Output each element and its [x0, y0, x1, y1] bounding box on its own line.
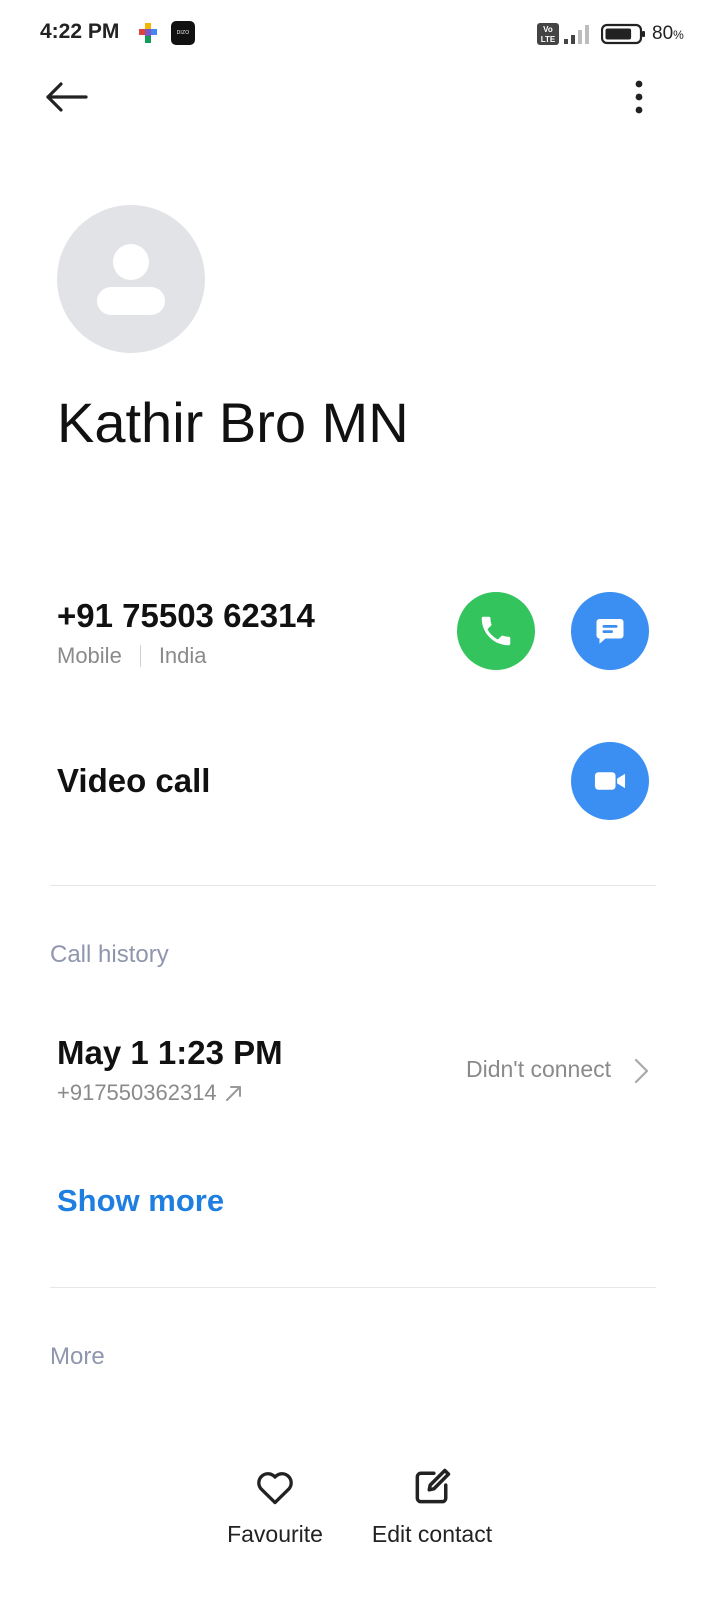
- more-heading: More: [50, 1343, 105, 1370]
- message-button[interactable]: [571, 592, 649, 670]
- call-number-row: +917550362314: [57, 1080, 245, 1106]
- phone-icon: [481, 616, 511, 646]
- more-options-button[interactable]: [614, 72, 664, 122]
- video-call-button[interactable]: [571, 742, 649, 820]
- call-history-heading: Call history: [50, 941, 169, 968]
- heart-icon: [257, 1472, 293, 1505]
- edit-contact-label: Edit contact: [371, 1521, 493, 1547]
- call-time: May 1 1:23 PM: [57, 1034, 283, 1071]
- contact-name: Kathir Bro MN: [57, 391, 409, 454]
- phone-number[interactable]: +91 75503 62314: [57, 597, 315, 635]
- arrow-left-icon: [46, 82, 88, 112]
- chevron-right-icon: [634, 1058, 649, 1084]
- video-camera-icon: [594, 772, 626, 790]
- battery-percent: 80%: [652, 23, 684, 45]
- back-button[interactable]: [40, 72, 94, 122]
- call-button[interactable]: [457, 592, 535, 670]
- svg-text:LTE: LTE: [541, 35, 556, 44]
- favourite-button[interactable]: Favourite: [220, 1465, 330, 1548]
- more-vertical-icon: [635, 80, 643, 114]
- svg-text:Vo: Vo: [543, 25, 553, 34]
- outgoing-call-icon: [225, 1086, 241, 1101]
- phone-type: Mobile: [57, 643, 122, 668]
- status-time: 4:22 PM: [40, 20, 120, 43]
- edit-contact-button[interactable]: Edit contact: [362, 1465, 502, 1548]
- call-status: Didn't connect: [466, 1056, 612, 1082]
- show-more-link[interactable]: Show more: [57, 1183, 224, 1219]
- phone-meta: Mobile India: [57, 643, 207, 669]
- edit-icon: [415, 1468, 451, 1504]
- meta-divider: [139, 645, 141, 667]
- battery-icon: [601, 23, 645, 45]
- contact-avatar[interactable]: [57, 205, 205, 353]
- battery-percent-value: 80: [652, 23, 674, 44]
- person-icon: [97, 244, 165, 315]
- message-icon: [596, 619, 624, 644]
- call-number: +917550362314: [57, 1080, 217, 1105]
- phone-region: India: [158, 643, 207, 668]
- dizo-app-icon: DIZO: [171, 21, 195, 45]
- app-notification-icon: [139, 23, 157, 43]
- volte-icon: Vo LTE: [537, 23, 559, 45]
- contact-detail-screen: 4:22 PM DIZO Vo LTE 80% Kathir Bro MN +9…: [0, 0, 720, 1600]
- divider: [50, 1287, 656, 1288]
- video-call-label[interactable]: Video call: [57, 762, 210, 800]
- divider: [50, 885, 656, 886]
- battery-percent-unit: %: [673, 28, 684, 42]
- favourite-label: Favourite: [227, 1521, 323, 1547]
- signal-strength-icon: [564, 25, 589, 44]
